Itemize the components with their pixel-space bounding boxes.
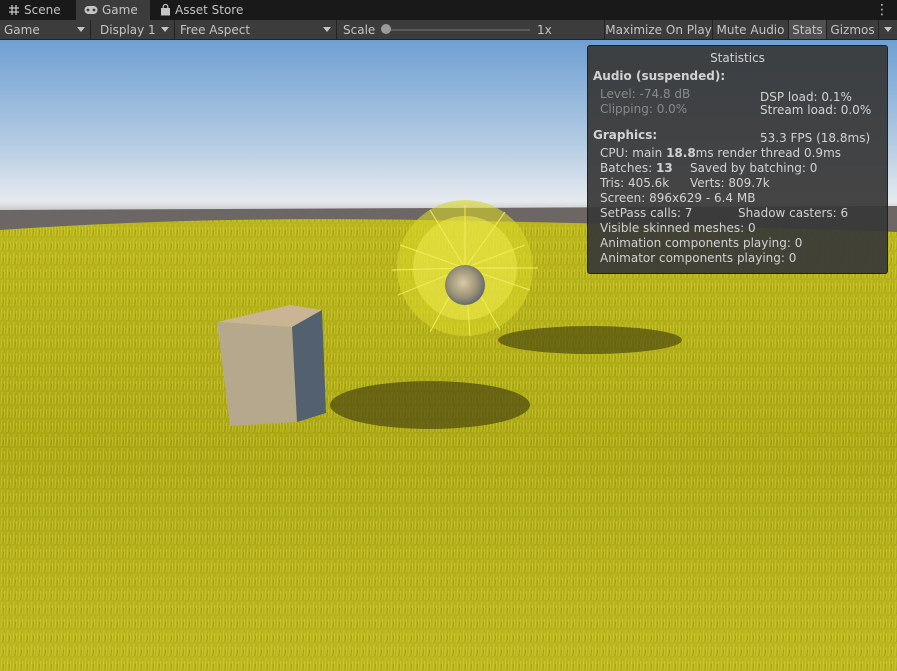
game-toolbar: Game Display 1 Free Aspect Scale 1x Maxi… <box>0 20 897 40</box>
view-mode-dropdown[interactable]: Game <box>0 20 91 39</box>
cpu-prefix: CPU: main <box>600 146 667 160</box>
shadow-casters: Shadow casters: 6 <box>738 206 849 220</box>
tab-label: Game <box>102 3 138 17</box>
audio-clipping: Clipping: 0.0% <box>600 102 688 116</box>
shopping-bag-icon <box>160 4 171 16</box>
scale-value: 1x <box>537 22 552 37</box>
cpu-suffix: ms render thread 0.9ms <box>695 146 842 160</box>
screen-info: Screen: 896x629 - 6.4 MB <box>600 191 756 205</box>
maximize-on-play-label: Maximize On Play <box>605 22 712 37</box>
editor-tab-bar: Scene Game Asset Store ⋮ <box>0 0 897 20</box>
fps-readout: 53.3 FPS (18.8ms) <box>760 131 871 145</box>
aspect-label: Free Aspect <box>180 22 251 37</box>
setpass-calls: SetPass calls: 7 <box>600 206 693 220</box>
chevron-down-icon <box>323 27 331 32</box>
mute-audio-button[interactable]: Mute Audio <box>712 20 788 39</box>
audio-header: Audio (suspended): <box>593 69 726 83</box>
tris-count: Tris: 405.6k <box>600 176 670 190</box>
display-label: Display 1 <box>100 22 156 37</box>
cube <box>217 305 326 426</box>
mute-audio-label: Mute Audio <box>716 22 785 37</box>
chevron-down-icon <box>161 27 169 32</box>
stats-label: Stats <box>792 22 823 37</box>
tab-label: Asset Store <box>175 3 244 17</box>
cpu-main-value: 18.8 <box>666 146 696 160</box>
sphere-shadow <box>498 326 682 354</box>
view-mode-label: Game <box>4 22 40 37</box>
chevron-down-icon <box>884 27 892 32</box>
maximize-on-play-button[interactable]: Maximize On Play <box>604 20 712 39</box>
statistics-panel: Statistics Audio (suspended): Level: -74… <box>587 45 888 274</box>
gizmos-dropdown[interactable] <box>878 20 897 39</box>
gizmos-label: Gizmos <box>830 22 875 37</box>
animator-components: Animator components playing: 0 <box>600 251 797 265</box>
saved-by-batching: Saved by batching: 0 <box>690 161 818 175</box>
tab-scene[interactable]: Scene <box>0 0 76 20</box>
scale-slider-handle[interactable] <box>381 24 391 34</box>
gamepad-icon <box>84 5 98 15</box>
cube-shadow <box>330 381 530 429</box>
cpu-timing: CPU: main 18.8ms render thread 0.9ms <box>600 146 841 160</box>
skinned-meshes: Visible skinned meshes: 0 <box>600 221 756 235</box>
chevron-down-icon <box>77 27 85 32</box>
stream-load: Stream load: 0.0% <box>760 103 872 117</box>
aspect-dropdown[interactable]: Free Aspect <box>175 20 337 39</box>
verts-count: Verts: 809.7k <box>690 176 770 190</box>
graphics-header: Graphics: <box>593 128 658 142</box>
tab-label: Scene <box>24 3 61 17</box>
scale-label: Scale <box>343 22 376 37</box>
batches-prefix: Batches: <box>600 161 656 175</box>
audio-level: Level: -74.8 dB <box>600 87 691 101</box>
dsp-load: DSP load: 0.1% <box>760 90 852 104</box>
gizmos-button[interactable]: Gizmos <box>826 20 878 39</box>
scale-slider-track[interactable] <box>385 29 530 31</box>
stats-title: Statistics <box>710 51 765 65</box>
stats-button[interactable]: Stats <box>788 20 826 39</box>
animation-components: Animation components playing: 0 <box>600 236 803 250</box>
tab-asset-store[interactable]: Asset Store <box>152 0 252 20</box>
batches-value: 13 <box>656 161 673 175</box>
batches: Batches: 13 <box>600 161 673 175</box>
grid-hash-icon <box>8 4 20 16</box>
display-dropdown[interactable]: Display 1 <box>91 20 175 39</box>
more-options-icon[interactable]: ⋮ <box>875 0 889 20</box>
tab-game[interactable]: Game <box>76 0 150 20</box>
